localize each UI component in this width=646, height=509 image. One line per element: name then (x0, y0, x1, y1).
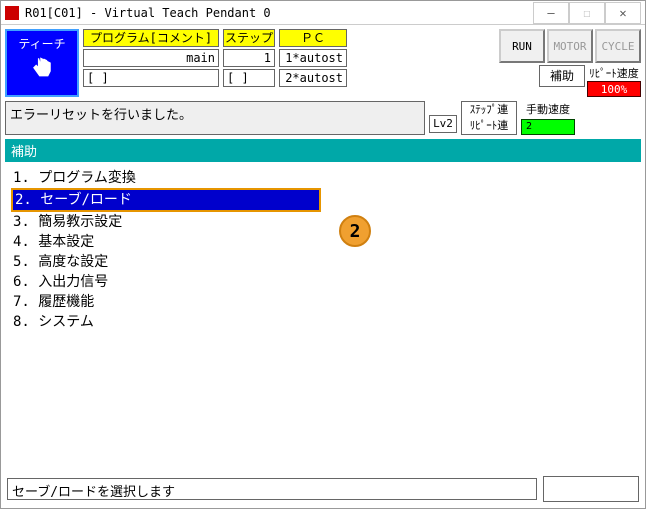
step-value-2[interactable]: [ ] (223, 69, 275, 87)
step-panel: ステップ 1 [ ] (223, 29, 275, 87)
repeat-speed-label: ﾘﾋﾟｰﾄ速度 (589, 65, 639, 81)
menu-item-4[interactable]: 4. 基本設定 (11, 232, 635, 252)
teach-label: ティーチ (18, 35, 65, 52)
manual-speed-label: 手動速度 (526, 101, 570, 117)
section-header: 補助 (5, 139, 641, 162)
repeat-speed: ﾘﾋﾟｰﾄ速度 100% (587, 65, 641, 97)
menu-item-8[interactable]: 8. システム (11, 312, 635, 332)
step-header: ステップ (223, 29, 275, 47)
program-value-1[interactable]: main (83, 49, 219, 67)
menu-item-3[interactable]: 3. 簡易教示設定 (11, 212, 635, 232)
callout-badge: 2 (339, 215, 371, 247)
step-link-1: ｽﾃｯﾌﾟ連 (462, 102, 516, 118)
titlebar: R01[C01] - Virtual Teach Pendant 0 — ☐ ✕ (1, 1, 645, 25)
menu-item-1[interactable]: 1. プログラム変換 (11, 168, 635, 188)
repeat-speed-value[interactable]: 100% (587, 81, 641, 97)
manual-speed-value[interactable]: 2 (521, 119, 575, 135)
window-controls: — ☐ ✕ (533, 2, 641, 24)
aux-button[interactable]: 補助 (539, 65, 585, 87)
close-button[interactable]: ✕ (605, 2, 641, 24)
minimize-button[interactable]: — (533, 2, 569, 24)
footer: セーブ/ロードを選択します (7, 476, 639, 502)
menu-item-7[interactable]: 7. 履歴機能 (11, 292, 635, 312)
run-button[interactable]: RUN (499, 29, 545, 63)
level-indicator[interactable]: Lv2 (429, 115, 457, 133)
app-window: R01[C01] - Virtual Teach Pendant 0 — ☐ ✕… (0, 0, 646, 509)
cycle-button[interactable]: CYCLE (595, 29, 641, 63)
run-area: RUN MOTOR CYCLE 補助 ﾘﾋﾟｰﾄ速度 100% (499, 29, 641, 97)
manual-speed: 手動速度 2 (521, 101, 575, 135)
window-title: R01[C01] - Virtual Teach Pendant 0 (25, 6, 533, 20)
hand-icon (28, 56, 56, 84)
footer-hint: セーブ/ロードを選択します (7, 478, 537, 500)
message-box: エラーリセットを行いました。 (5, 101, 425, 135)
maximize-button[interactable]: ☐ (569, 2, 605, 24)
menu-item-5[interactable]: 5. 高度な設定 (11, 252, 635, 272)
step-link-2: ﾘﾋﾟｰﾄ連 (462, 118, 516, 134)
teach-button[interactable]: ティーチ (5, 29, 79, 97)
pc-value-2[interactable]: 2*autost (279, 69, 347, 87)
step-value-1[interactable]: 1 (223, 49, 275, 67)
menu-area: 1. プログラム変換 2. セーブ/ロード 3. 簡易教示設定 4. 基本設定 … (1, 162, 645, 442)
pc-value-1[interactable]: 1*autost (279, 49, 347, 67)
footer-input[interactable] (543, 476, 639, 502)
message-row: エラーリセットを行いました。 Lv2 ｽﾃｯﾌﾟ連 ﾘﾋﾟｰﾄ連 手動速度 2 (1, 101, 645, 139)
motor-button[interactable]: MOTOR (547, 29, 593, 63)
menu-item-6[interactable]: 6. 入出力信号 (11, 272, 635, 292)
step-link-box[interactable]: ｽﾃｯﾌﾟ連 ﾘﾋﾟｰﾄ連 (461, 101, 517, 135)
toolbar: ティーチ プログラム[コメント] main [ ] ステップ 1 [ ] ＰＣ … (1, 25, 645, 101)
app-icon (5, 6, 19, 20)
pc-panel: ＰＣ 1*autost 2*autost (279, 29, 347, 87)
menu-item-2[interactable]: 2. セーブ/ロード (11, 188, 321, 212)
program-header: プログラム[コメント] (83, 29, 219, 47)
program-panel: プログラム[コメント] main [ ] (83, 29, 219, 87)
program-value-2[interactable]: [ ] (83, 69, 219, 87)
pc-header: ＰＣ (279, 29, 347, 47)
